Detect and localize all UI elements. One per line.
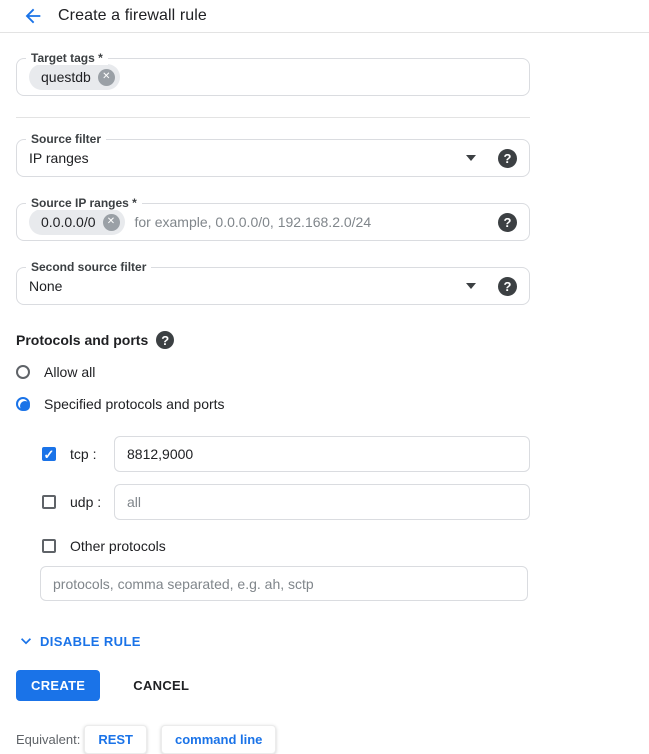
specified-protocols-label: Specified protocols and ports xyxy=(44,396,225,412)
source-filter-label: Source filter xyxy=(26,132,106,146)
protocols-and-ports-heading: Protocols and ports ? xyxy=(16,331,530,349)
chevron-down-icon[interactable] xyxy=(466,155,476,161)
other-protocols-input[interactable] xyxy=(40,566,528,601)
udp-row: udp : xyxy=(42,484,530,520)
tcp-label: tcp : xyxy=(70,446,114,462)
source-filter-value: IP ranges xyxy=(29,150,89,166)
chip-text: questdb xyxy=(41,69,91,85)
tcp-ports-input[interactable] xyxy=(114,436,530,472)
check-icon: ✓ xyxy=(44,448,55,461)
second-source-filter-value: None xyxy=(29,278,62,294)
udp-ports-input[interactable] xyxy=(114,484,530,520)
equivalent-row: Equivalent: REST command line xyxy=(16,725,530,754)
back-button[interactable] xyxy=(21,4,45,28)
disable-rule-label: DISABLE RULE xyxy=(40,634,141,649)
chevron-down-icon[interactable] xyxy=(466,283,476,289)
page-title: Create a firewall rule xyxy=(58,7,207,25)
radio-unchecked-icon[interactable] xyxy=(16,365,30,379)
udp-label: udp : xyxy=(70,494,114,510)
target-tags-field[interactable]: Target tags * questdb ✕ xyxy=(16,58,530,96)
action-buttons: CREATE CANCEL xyxy=(16,670,530,701)
chip-remove-icon[interactable]: ✕ xyxy=(98,69,115,86)
arrow-left-icon xyxy=(22,5,44,27)
specified-protocols-radio-row[interactable]: Specified protocols and ports xyxy=(16,394,530,414)
section-divider xyxy=(16,117,530,118)
chevron-down-icon xyxy=(16,631,36,651)
rest-button[interactable]: REST xyxy=(84,725,147,754)
help-icon[interactable]: ? xyxy=(498,213,517,232)
allow-all-label: Allow all xyxy=(44,364,95,380)
target-tag-chip: questdb ✕ xyxy=(29,64,120,90)
source-ip-ranges-label: Source IP ranges * xyxy=(26,196,142,210)
source-ip-placeholder: for example, 0.0.0.0/0, 192.168.2.0/24 xyxy=(135,214,372,230)
disable-rule-toggle[interactable]: DISABLE RULE xyxy=(16,631,141,651)
help-icon[interactable]: ? xyxy=(156,331,174,349)
other-protocols-label: Other protocols xyxy=(70,538,166,554)
other-protocols-checkbox[interactable] xyxy=(42,539,56,553)
chip-text: 0.0.0.0/0 xyxy=(41,214,96,230)
form-content: Target tags * questdb ✕ Source filter IP… xyxy=(0,58,530,754)
command-line-button[interactable]: command line xyxy=(161,725,276,754)
target-tags-label: Target tags * xyxy=(26,51,108,65)
help-icon[interactable]: ? xyxy=(498,277,517,296)
protocols-heading-text: Protocols and ports xyxy=(16,332,148,348)
other-protocols-row: Other protocols xyxy=(42,538,530,554)
chip-remove-icon[interactable]: ✕ xyxy=(103,214,120,231)
source-ip-chip: 0.0.0.0/0 ✕ xyxy=(29,209,125,235)
allow-all-radio-row[interactable]: Allow all xyxy=(16,362,530,382)
page-header: Create a firewall rule xyxy=(0,0,649,33)
second-source-filter-label: Second source filter xyxy=(26,260,151,274)
radio-checked-icon[interactable] xyxy=(16,397,30,411)
help-icon[interactable]: ? xyxy=(498,149,517,168)
equivalent-label: Equivalent: xyxy=(16,732,80,747)
tcp-row: ✓ tcp : xyxy=(42,436,530,472)
source-ip-ranges-field[interactable]: Source IP ranges * 0.0.0.0/0 ✕ for examp… xyxy=(16,203,530,241)
source-filter-select[interactable]: Source filter IP ranges ? xyxy=(16,139,530,177)
cancel-button[interactable]: CANCEL xyxy=(127,677,195,694)
second-source-filter-select[interactable]: Second source filter None ? xyxy=(16,267,530,305)
udp-checkbox[interactable] xyxy=(42,495,56,509)
tcp-checkbox[interactable]: ✓ xyxy=(42,447,56,461)
create-button[interactable]: CREATE xyxy=(16,670,100,701)
